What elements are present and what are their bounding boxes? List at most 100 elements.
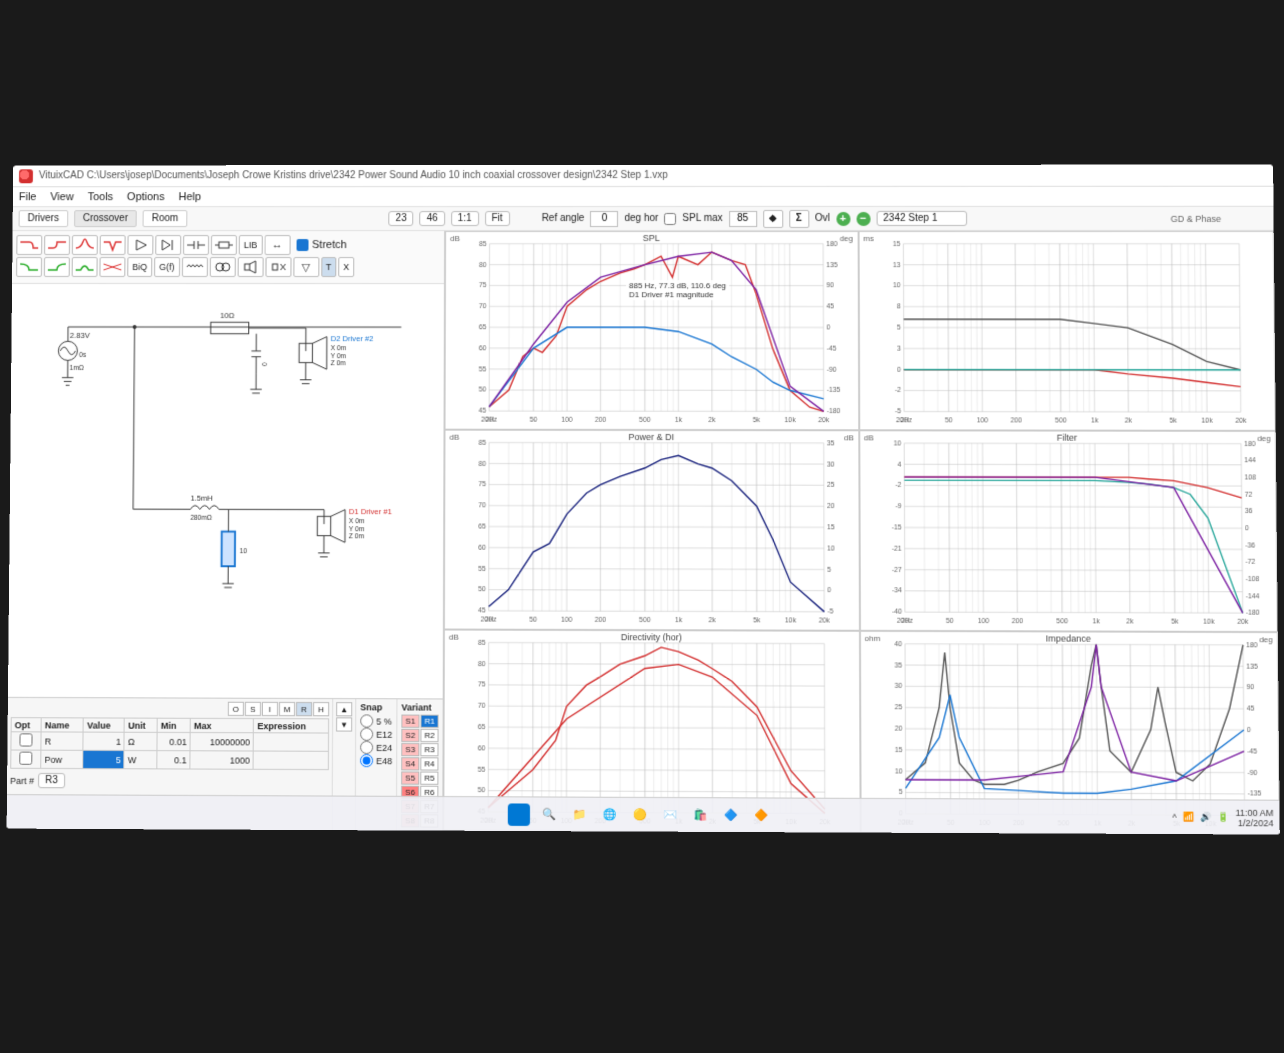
tool-inductor[interactable] [181,257,207,277]
clock-time[interactable]: 11:00 AM [1235,807,1273,817]
move-down-button[interactable]: ▼ [336,717,352,731]
store-icon[interactable]: 🛍️ [690,804,712,827]
menu-view[interactable]: View [50,191,74,203]
tool-resistor[interactable] [211,235,237,255]
chart-gd-phase[interactable]: ms 20501002005001k2k5k10k20k-5-203581013… [858,231,1276,431]
driver-2[interactable]: D2 Driver #2 X 0m Y 0m Z 0m [299,334,373,383]
tool-play[interactable] [127,235,153,255]
svg-text:180: 180 [826,241,838,248]
explorer-icon[interactable]: 📁 [568,803,590,826]
param-table[interactable]: Opt Name Value Unit Min Max Expression R [10,717,329,770]
snap-e48[interactable]: E48 [360,754,392,767]
chrome-icon[interactable]: 🟡 [629,803,651,826]
wifi-icon[interactable]: 📶 [1183,812,1195,823]
zoom-ratio[interactable]: 1:1 [451,211,479,226]
menu-help[interactable]: Help [178,191,201,203]
chart-filter[interactable]: Filter dB deg 20501002005001k2k5k10k20k-… [859,430,1278,632]
app-icon-tb[interactable]: 🔷 [720,804,742,827]
menu-tools[interactable]: Tools [88,191,114,203]
opt-pow-check[interactable] [14,752,37,765]
var-r5[interactable]: R5 [420,772,438,785]
tool-cross[interactable] [99,257,125,277]
snap-5pct[interactable]: 5 % [360,714,392,727]
step-name[interactable]: 2342 Step 1 [876,211,967,226]
tool-play-alt[interactable] [155,235,181,255]
spl-max-input[interactable] [729,210,757,226]
l1[interactable]: 1.5mH 280mΩ [190,494,228,522]
r-top[interactable]: 10Ω [211,311,249,333]
ovl-remove-button[interactable]: − [856,211,870,225]
var-s4[interactable]: S4 [401,757,419,770]
tool-peak[interactable] [72,257,98,277]
chart-power-di[interactable]: Power & DI dB dB 20501002005001k2k5k10k2… [444,430,860,631]
var-s5[interactable]: S5 [401,771,419,784]
mode-i[interactable]: I [262,702,278,716]
var-r2[interactable]: R2 [420,729,438,742]
spl-max-checkbox[interactable] [664,212,676,224]
zoom-fit[interactable]: Fit [485,211,510,226]
tool-gf[interactable]: G(f) [154,257,179,277]
search-icon[interactable]: 🔍 [538,803,560,826]
mode-m[interactable]: M [279,702,295,716]
zoom-b[interactable]: 46 [420,211,445,226]
tool-speaker[interactable] [237,257,263,277]
stretch-checkbox[interactable] [296,239,308,251]
menu-file[interactable]: File [19,191,37,203]
mode-h[interactable]: H [313,702,329,716]
tool-x[interactable]: X [338,257,354,277]
var-r3[interactable]: R3 [420,743,438,756]
ovl-add-button[interactable]: + [836,211,850,225]
tool-highpass[interactable] [44,235,70,255]
var-r4[interactable]: R4 [420,757,438,770]
table-row[interactable]: Pow 5 W 0.1 1000 [11,750,329,770]
start-icon[interactable] [508,803,530,826]
sigma-icon[interactable]: Σ [789,209,809,227]
vert-cap[interactable]: 0 [250,334,267,393]
tab-drivers[interactable]: Drivers [19,210,68,227]
chart-spl[interactable]: SPL dB deg 885 Hz, 77.3 dB, 110.6 deg D1… [445,231,859,430]
tool-biq[interactable]: BiQ [127,257,152,277]
mode-o[interactable]: O [228,702,244,716]
spinner-icon[interactable]: ◆ [763,209,783,227]
tool-notch[interactable] [100,235,126,255]
tray-chevron-icon[interactable]: ^ [1172,812,1176,822]
tool-shelf-hi[interactable] [44,257,70,277]
var-r1[interactable]: R1 [420,715,438,728]
tool-tri[interactable]: ▽ [293,257,319,277]
battery-icon[interactable]: 🔋 [1218,812,1230,823]
tool-lib[interactable]: LIB [239,235,263,255]
move-up-button[interactable]: ▲ [336,702,352,716]
tool-transformer[interactable] [209,257,235,277]
cap-selected[interactable]: 10 [221,509,247,587]
var-s1[interactable]: S1 [401,715,419,728]
tool-lowpass[interactable] [16,235,42,255]
snap-e24[interactable]: E24 [360,741,392,754]
menu-options[interactable]: Options [127,191,165,203]
var-s3[interactable]: S3 [401,743,419,756]
tool-arrow[interactable]: ↔ [264,235,290,255]
table-row[interactable]: R 1 Ω 0.01 10000000 [11,732,329,752]
ref-angle-input[interactable] [590,211,618,227]
mode-r[interactable]: R [296,702,312,716]
svg-text:50: 50 [478,587,486,594]
mode-s[interactable]: S [245,702,261,716]
mail-icon[interactable]: ✉️ [659,804,681,827]
tool-t[interactable]: T [321,257,337,277]
opt-r-check[interactable] [14,733,37,746]
tool-mute[interactable] [265,257,291,277]
tool-shelf-lo[interactable] [16,257,42,277]
volume-icon[interactable]: 🔊 [1200,812,1212,823]
tool-capacitor[interactable] [183,235,209,255]
zoom-a[interactable]: 23 [389,211,414,226]
edge-icon[interactable]: 🌐 [599,803,621,826]
part-value[interactable]: R3 [38,773,65,788]
tab-crossover[interactable]: Crossover [74,210,137,227]
tab-room[interactable]: Room [143,210,188,227]
var-s2[interactable]: S2 [401,729,419,742]
snap-e12[interactable]: E12 [360,728,392,741]
clock-date[interactable]: 1/2/2024 [1235,817,1273,827]
schematic-canvas[interactable]: 2.83V 0s 1mΩ 10Ω [8,284,444,699]
vituix-tb-icon[interactable]: 🔶 [750,804,772,827]
tool-bandpass[interactable] [72,235,98,255]
driver-1[interactable]: D1 Driver #1 X 0m Y 0m Z 0m [317,507,392,557]
